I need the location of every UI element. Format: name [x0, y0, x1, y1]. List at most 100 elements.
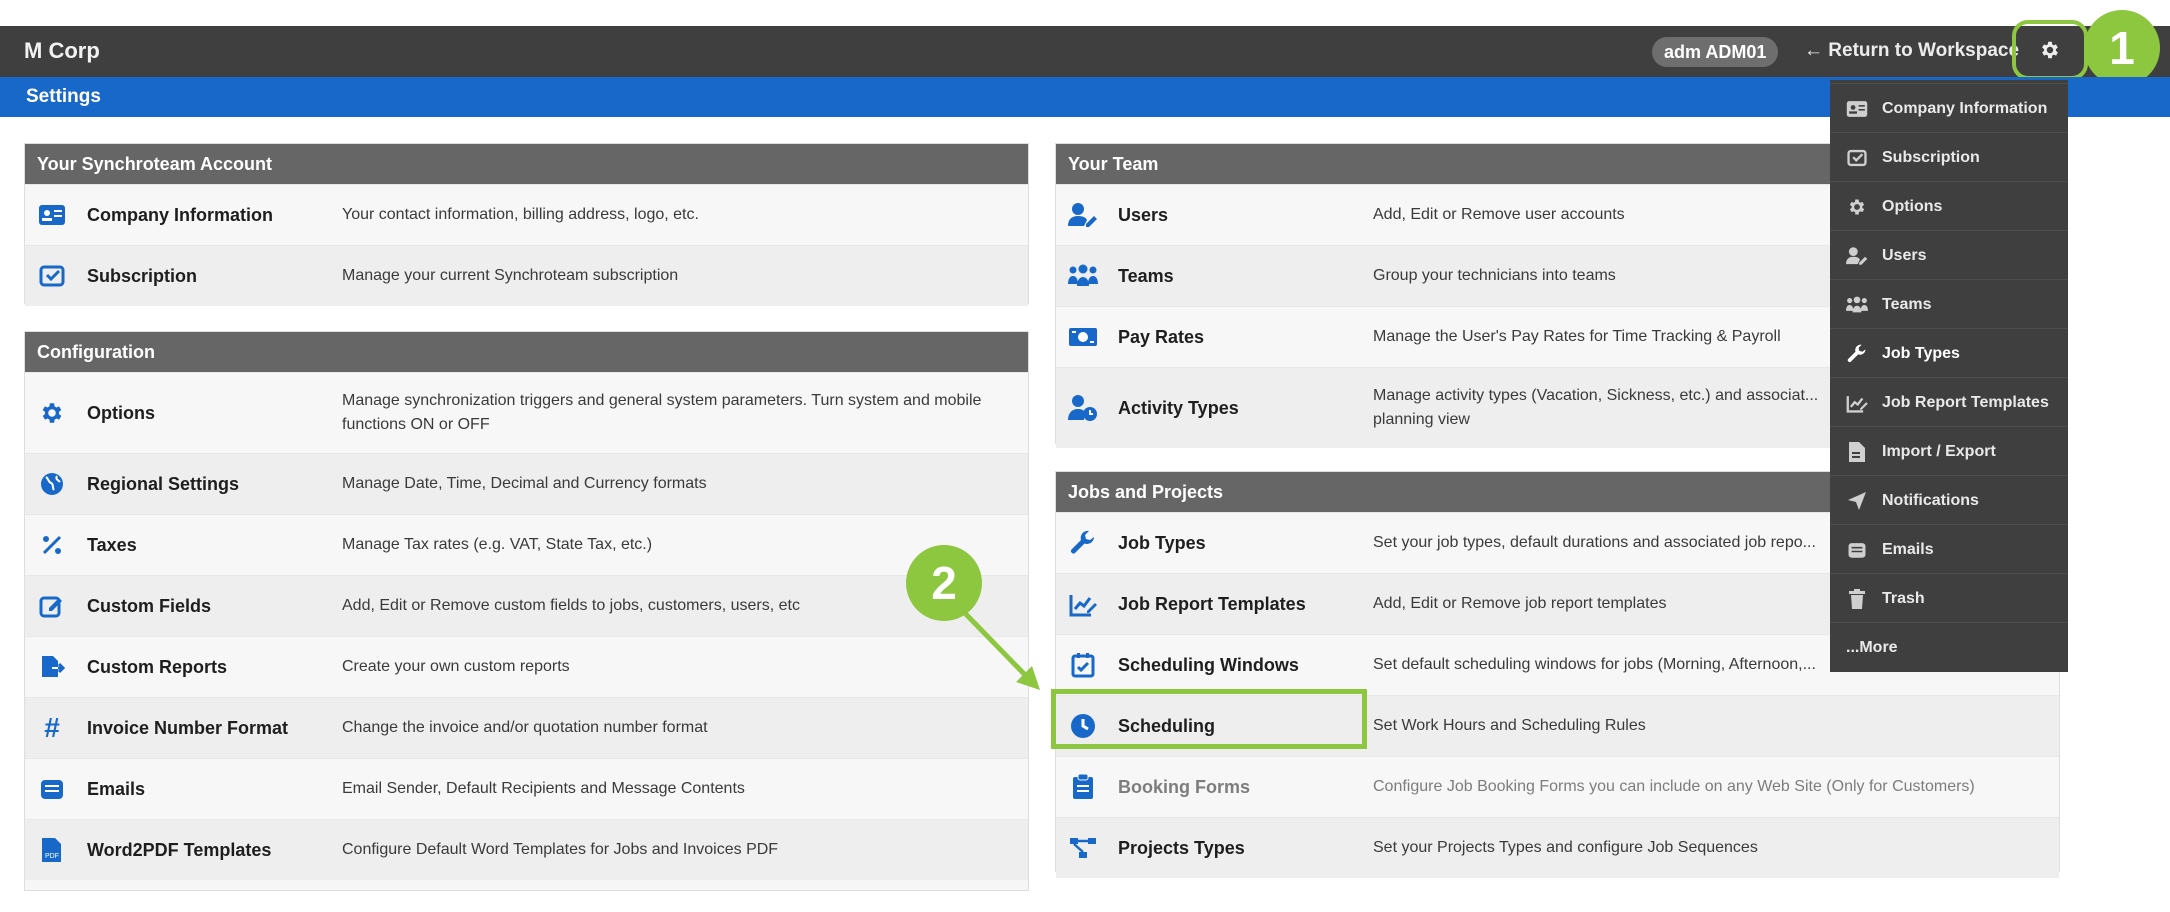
menu-item-label: Subscription [1882, 148, 1980, 166]
row-title[interactable]: Word2PDF Templates [87, 840, 271, 861]
row-title[interactable]: Subscription [87, 266, 197, 287]
row-description: Change the invoice and/or quotation numb… [342, 719, 708, 736]
arrow-left-icon: ← [1804, 40, 1823, 61]
menu-item-emails[interactable]: Emails [1830, 524, 2068, 574]
settings-gear-button[interactable] [2012, 20, 2088, 80]
menu-item-job-types[interactable]: Job Types [1830, 328, 2068, 378]
menu-item-trash[interactable]: Trash [1830, 573, 2068, 623]
globe-icon [37, 469, 67, 499]
svg-text:PDF: PDF [45, 853, 59, 860]
team-icon [1846, 294, 1868, 316]
row-description: Manage your current Synchroteam subscrip… [342, 267, 679, 284]
gear-icon [37, 398, 67, 428]
menu-item-options[interactable]: Options [1830, 181, 2068, 231]
menu-item-users[interactable]: Users [1830, 230, 2068, 280]
step-marker-2: 2 [906, 545, 982, 621]
settings-row-regional-settings[interactable]: Regional Settings Manage Date, Time, Dec… [25, 453, 1028, 514]
row-title[interactable]: Regional Settings [87, 474, 239, 495]
settings-row-emails[interactable]: Emails Email Sender, Default Recipients … [25, 758, 1028, 819]
row-title[interactable]: Projects Types [1118, 838, 1245, 859]
menu-item-subscription[interactable]: Subscription [1830, 132, 2068, 182]
settings-row-projects-types[interactable]: Projects Types Set your Projects Types a… [1056, 817, 2059, 878]
envelope-icon [37, 774, 67, 804]
scheduling-highlight-box [1051, 689, 1367, 749]
settings-row-options[interactable]: Options Manage synchronization triggers … [25, 372, 1028, 453]
configuration-panel: Configuration Options Manage synchroniza… [24, 331, 1029, 891]
row-title[interactable]: Company Information [87, 205, 273, 226]
report-edit-icon [1068, 589, 1098, 619]
row-title[interactable]: Scheduling Windows [1118, 655, 1299, 676]
money-icon [1068, 322, 1098, 352]
return-to-workspace-link[interactable]: ← Return to Workspace [1804, 38, 2019, 64]
row-description: Set Work Hours and Scheduling Rules [1373, 717, 1646, 734]
settings-row-custom-fields[interactable]: Custom Fields Add, Edit or Remove custom… [25, 575, 1028, 636]
row-title[interactable]: Options [87, 403, 155, 424]
row-title[interactable]: Teams [1118, 266, 1174, 287]
menu-item-import-export[interactable]: Import / Export [1830, 426, 2068, 476]
menu-item-more[interactable]: ...More [1830, 622, 2068, 672]
menu-item-label: Users [1882, 246, 1927, 264]
row-description: Set default scheduling windows for jobs … [1373, 656, 1816, 673]
row-title[interactable]: Job Types [1118, 533, 1206, 554]
clipboard-icon [1068, 772, 1098, 802]
row-description: Add, Edit or Remove job report templates [1373, 595, 1667, 612]
row-description: Set your job types, default durations an… [1373, 534, 1816, 551]
edit-icon [37, 591, 67, 621]
row-title[interactable]: Activity Types [1118, 398, 1239, 419]
settings-row-custom-reports[interactable]: Custom Reports Create your own custom re… [25, 636, 1028, 697]
menu-item-label: Emails [1882, 540, 1934, 558]
id-card-icon [37, 200, 67, 230]
gear-icon [2042, 41, 2058, 59]
hash-icon: # [44, 712, 60, 743]
row-description: Set your Projects Types and configure Jo… [1373, 839, 1758, 856]
panel-rows: Company Information Your contact informa… [25, 184, 1028, 306]
team-icon [1068, 261, 1098, 291]
menu-item-company-information[interactable]: Company Information [1830, 83, 2068, 133]
percent-icon [37, 530, 67, 560]
row-title[interactable]: Pay Rates [1118, 327, 1204, 348]
panel-rows: Options Manage synchronization triggers … [25, 372, 1028, 880]
menu-item-notifications[interactable]: Notifications [1830, 475, 2068, 525]
row-description: Create your own custom reports [342, 658, 570, 675]
calendar-check-icon [1068, 650, 1098, 680]
settings-row-booking-forms[interactable]: Booking Forms Configure Job Booking Form… [1056, 756, 2059, 817]
settings-row-taxes[interactable]: Taxes Manage Tax rates (e.g. VAT, State … [25, 514, 1028, 575]
settings-row-word2pdf-templates[interactable]: PDF Word2PDF Templates Configure Default… [25, 819, 1028, 880]
settings-dropdown-menu: Company Information Subscription Options… [1830, 80, 2068, 672]
row-description: Manage activity types (Vacation, Sicknes… [1373, 387, 1819, 428]
subscription-icon [1846, 147, 1868, 169]
company-name[interactable]: M Corp [24, 38, 100, 64]
row-description: Manage Date, Time, Decimal and Currency … [342, 475, 707, 492]
settings-row-invoice-number-format[interactable]: # Invoice Number Format Change the invoi… [25, 697, 1028, 758]
page-title: Settings [26, 86, 101, 107]
user-edit-icon [1846, 245, 1868, 267]
file-import-icon [1846, 441, 1868, 463]
row-title[interactable]: Custom Reports [87, 657, 227, 678]
user-badge[interactable]: adm ADM01 [1652, 37, 1779, 67]
menu-item-label: Teams [1882, 295, 1932, 313]
pdf-icon: PDF [37, 835, 67, 865]
menu-item-label: Trash [1882, 589, 1925, 607]
settings-row-company-information[interactable]: Company Information Your contact informa… [25, 184, 1028, 245]
menu-item-job-report-templates[interactable]: Job Report Templates [1830, 377, 2068, 427]
row-description: Email Sender, Default Recipients and Mes… [342, 780, 745, 797]
menu-item-label: Import / Export [1882, 442, 1996, 460]
row-description: Configure Job Booking Forms you can incl… [1373, 778, 1975, 795]
wrench-icon [1846, 343, 1868, 365]
user-clock-icon [1068, 393, 1098, 423]
menu-item-label: Job Report Templates [1882, 393, 2049, 411]
trash-icon [1846, 588, 1868, 610]
gear-icon [1846, 196, 1868, 218]
row-title[interactable]: Invoice Number Format [87, 718, 288, 739]
row-title[interactable]: Users [1118, 205, 1168, 226]
menu-item-label: Options [1882, 197, 1943, 215]
row-title[interactable]: Emails [87, 779, 145, 800]
paper-plane-icon [1846, 490, 1868, 512]
row-title[interactable]: Taxes [87, 535, 137, 556]
wrench-icon [1068, 528, 1098, 558]
row-title[interactable]: Custom Fields [87, 596, 211, 617]
row-title[interactable]: Booking Forms [1118, 777, 1250, 798]
menu-item-teams[interactable]: Teams [1830, 279, 2068, 329]
row-title[interactable]: Job Report Templates [1118, 594, 1306, 615]
settings-row-subscription[interactable]: Subscription Manage your current Synchro… [25, 245, 1028, 306]
